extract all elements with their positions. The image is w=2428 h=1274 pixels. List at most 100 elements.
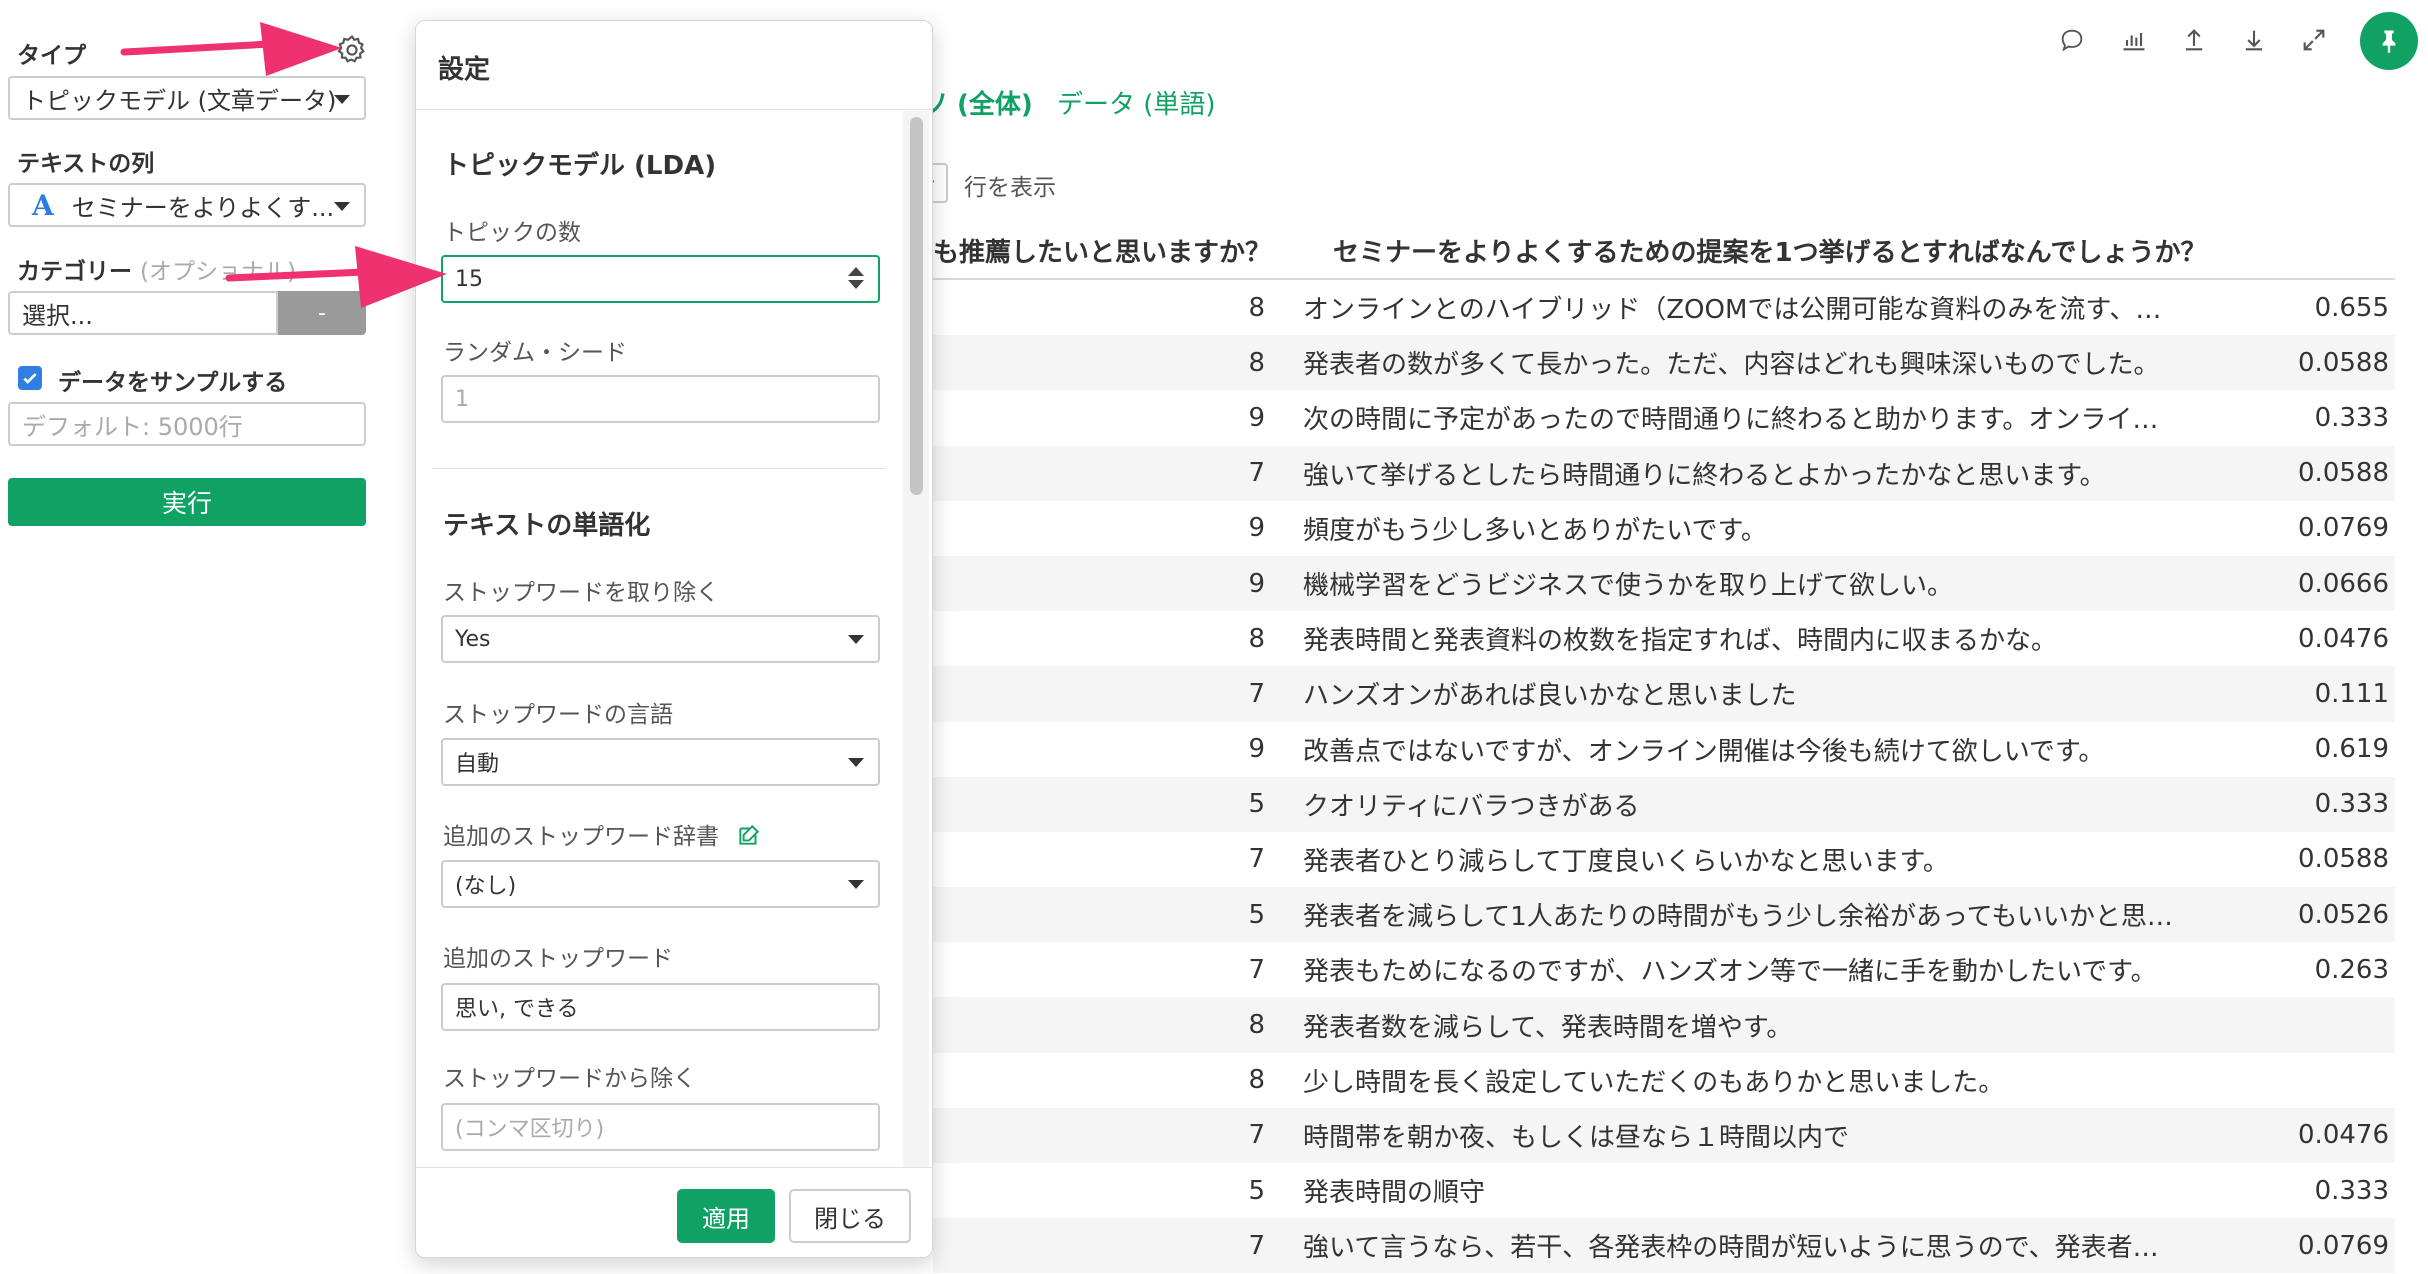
download-icon[interactable]: [2236, 22, 2272, 58]
annotation-arrow-icon: [120, 22, 342, 76]
cell-text: 少し時間を長く設定していただくのもありかと思いました。: [1303, 1067, 2005, 1098]
seed-input[interactable]: 1: [441, 375, 880, 423]
table-row: 9 改善点ではないですが、オンライン開催は今後も続けて欲しいです。 0.619: [933, 722, 2395, 777]
text-type-icon: A: [32, 188, 54, 222]
apply-button[interactable]: 適用: [677, 1189, 775, 1243]
cell-score: 0.655: [2314, 292, 2389, 323]
cell-rate: 9: [1248, 513, 1265, 544]
cell-score: [2223, 997, 2395, 1053]
cell-score: 0.0769: [2223, 1218, 2395, 1274]
table-row: 7 強いて言うなら、若干、各発表枠の時間が短いように思うので、発表者… 0.0769: [933, 1218, 2395, 1274]
cell-text: 頻度がもう少し多いとありがたいです。: [1303, 515, 1767, 546]
scrollbar-thumb[interactable]: [910, 117, 923, 495]
cell-rate: 8: [1248, 1065, 1265, 1096]
num-topics-input[interactable]: 15: [441, 255, 880, 303]
cell-rate: 8: [933, 335, 1303, 391]
cell-text: 発表もためになるのですが、ハンズオン等で一緒に手を動かしたいです。: [1303, 957, 2157, 988]
sample-label: データをサンプルする: [58, 370, 288, 396]
cell-rate: 9: [933, 555, 1303, 612]
cell-rate: 5: [1248, 1175, 1265, 1206]
table-row: 5 クオリティにバラつきがある 0.333: [933, 776, 2395, 832]
cell-rate: 5: [933, 887, 1303, 943]
table-row: 8 オンラインとのハイブリッド（ZOOMでは公開可能な資料のみを流す、… 0.655: [933, 280, 2395, 335]
cell-text: ハンズオンがあれば良いかなと思いました: [1303, 666, 2223, 722]
cell-rate: 7: [933, 1107, 1303, 1163]
exclude-stopwords-label: ストップワードから除く: [443, 1066, 696, 1092]
close-button[interactable]: 閉じる: [789, 1189, 911, 1243]
cell-text: 時間帯を朝か夜、もしくは昼なら１時間以内で: [1303, 1107, 2223, 1163]
cell-score: 0.0476: [2298, 623, 2389, 654]
column-header-rate[interactable]: も推薦したいと思いますか？: [933, 232, 1271, 269]
cell-score: 0.0588: [2223, 335, 2395, 391]
table-row: 7 ハンズオンがあれば良いかなと思いました 0.111: [933, 666, 2395, 722]
text-col-select[interactable]: A セミナーをよりよくす...: [8, 183, 366, 227]
num-topics-label: トピックの数: [443, 220, 581, 246]
cell-score: 0.111: [2223, 666, 2395, 722]
cell-rate: 5: [933, 776, 1303, 832]
extra-dict-label-text: 追加のストップワード辞書: [443, 824, 719, 850]
category-placeholder: 選択...: [22, 301, 93, 330]
remove-stopwords-label: ストップワードを取り除く: [443, 580, 719, 606]
table-row: 9 頻度がもう少し多いとありがたいです。 0.0769: [933, 501, 2395, 556]
cell-score: 0.263: [2314, 954, 2389, 985]
table-row: 8 少し時間を長く設定していただくのもありかと思いました。: [933, 1053, 2395, 1108]
extra-dict-select[interactable]: (なし): [441, 860, 880, 908]
chevron-down-icon: [848, 758, 864, 767]
cell-text: 発表者数を減らして、発表時間を増やす。: [1303, 997, 2223, 1053]
cell-text: 強いて言うなら、若干、各発表枠の時間が短いように思うので、発表者…: [1303, 1218, 2223, 1274]
column-header-text[interactable]: セミナーをよりよくするための提案を1つ挙げるとすればなんでしょうか？: [1333, 232, 2207, 269]
edit-icon[interactable]: [736, 822, 762, 854]
stopword-lang-select[interactable]: 自動: [441, 738, 880, 786]
cell-score: [2223, 1053, 2395, 1108]
cell-score: 0.333: [2314, 1175, 2389, 1206]
cell-rate: 9: [1248, 734, 1265, 765]
comment-icon[interactable]: [2054, 22, 2090, 58]
sample-size-input[interactable]: デフォルト: 5000行: [8, 402, 366, 446]
exclude-stopwords-input[interactable]: (コンマ区切り): [441, 1103, 880, 1151]
cell-score: 0.0769: [2298, 513, 2389, 544]
cell-text: 発表者の数が多くて長かった。ただ、内容はどれも興味深いものでした。: [1303, 335, 2223, 391]
pin-button[interactable]: [2360, 12, 2418, 70]
cell-text: 機械学習をどうビジネスで使うかを取り上げて欲しい。: [1303, 555, 2223, 612]
extra-dict-label: 追加のストップワード辞書: [443, 817, 762, 854]
table-row: 8 発表者数を減らして、発表時間を増やす。: [933, 997, 2395, 1053]
section-lda-title: トピックモデル (LDA): [443, 151, 717, 181]
type-select-value: トピックモデル (文章データ): [22, 86, 337, 115]
table-row: 8 発表時間と発表資料の枚数を指定すれば、時間内に収まるかな。 0.0476: [933, 611, 2395, 666]
table-row: 9 次の時間に予定があったので時間通りに終わると助かります。オンライ… 0.333: [933, 390, 2395, 445]
run-button[interactable]: 実行: [8, 478, 366, 526]
annotation-arrow-icon: [225, 246, 447, 308]
section-tokenize-title: テキストの単語化: [443, 511, 651, 541]
table-row: 9 機械学習をどうビジネスで使うかを取り上げて欲しい。 0.0666: [933, 555, 2395, 612]
chart-icon[interactable]: [2116, 22, 2152, 58]
category-label-text: カテゴリー: [17, 259, 132, 285]
cell-text: 次の時間に予定があったので時間通りに終わると助かります。オンライ…: [1303, 405, 2159, 436]
settings-dialog: 設定 トピックモデル (LDA) トピックの数 15 ランダム・シード 1 テキ…: [415, 20, 933, 1258]
data-table: 8 オンラインとのハイブリッド（ZOOMでは公開可能な資料のみを流す、… 0.655…: [933, 280, 2395, 1274]
stepper-icon[interactable]: [848, 267, 864, 289]
cell-rate: 7: [1248, 954, 1265, 985]
check-icon: [23, 373, 37, 384]
remove-stopwords-value: Yes: [455, 626, 491, 652]
dialog-title: 設定: [438, 55, 491, 85]
chevron-down-icon: [848, 635, 864, 644]
sample-checkbox[interactable]: [18, 366, 42, 390]
extra-stopwords-input[interactable]: 思い, できる: [441, 983, 880, 1031]
stopword-lang-label: ストップワードの言語: [443, 702, 673, 728]
cell-rate: 7: [933, 1218, 1303, 1274]
cell-score: 0.0588: [2223, 445, 2395, 501]
extra-stopwords-value: 思い, できる: [455, 997, 579, 1022]
text-col-label: テキストの列: [17, 151, 155, 177]
table-row: 7 発表者ひとり減らして丁度良いくらいかなと思います。 0.0588: [933, 832, 2395, 887]
cell-rate: 8: [1248, 292, 1265, 323]
exclude-stopwords-placeholder: (コンマ区切り): [455, 1117, 605, 1142]
expand-icon[interactable]: [2296, 22, 2332, 58]
text-col-value: セミナーをよりよくす...: [71, 193, 335, 222]
cell-rate: 8: [1248, 623, 1265, 654]
remove-stopwords-select[interactable]: Yes: [441, 615, 880, 663]
cell-text: 発表者ひとり減らして丁度良いくらいかなと思います。: [1303, 846, 1949, 877]
tab-topic-summary[interactable]: ソ (全体): [922, 84, 1033, 121]
tab-data-words[interactable]: データ (単語): [1057, 84, 1216, 121]
upload-icon[interactable]: [2176, 22, 2212, 58]
chevron-down-icon: [848, 880, 864, 889]
